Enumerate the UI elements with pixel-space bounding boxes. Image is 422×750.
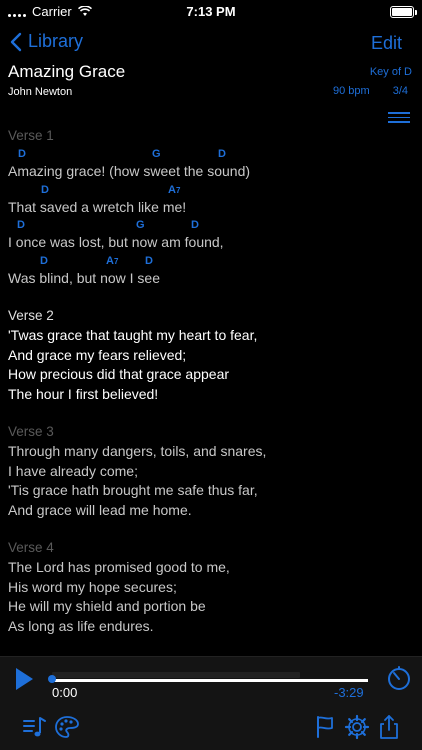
chord[interactable]: D	[41, 184, 49, 196]
verse-label: Verse 3	[8, 424, 54, 439]
waveform	[52, 672, 300, 678]
lyrics-sheet: Verse 1 D G D Amazing grace! (how sweet …	[8, 126, 408, 636]
chord-row: D A7	[8, 182, 408, 198]
share-icon[interactable]	[376, 714, 402, 740]
lyric-line: 'Twas grace that taught my heart to fear…	[8, 327, 258, 343]
elapsed-time: 0:00	[52, 685, 78, 700]
back-button[interactable]: Library	[10, 31, 83, 52]
lyric-line: His word my hope secures;	[8, 578, 177, 595]
chord[interactable]: G	[136, 219, 145, 231]
song-time-signature: 3/4	[392, 85, 408, 97]
navigation-bar: Library Edit	[0, 28, 422, 64]
status-bar: Carrier 7:13 PM	[0, 0, 422, 24]
playlist-icon[interactable]	[22, 714, 48, 740]
menu-icon[interactable]	[388, 112, 410, 124]
lyric-line: The hour I first believed!	[8, 385, 159, 402]
gear-icon[interactable]	[344, 714, 370, 740]
chord[interactable]: D	[218, 148, 226, 160]
chord[interactable]: D	[40, 255, 48, 267]
chord[interactable]: D	[145, 255, 153, 267]
chord[interactable]: D	[191, 219, 199, 231]
song-title: Amazing Grace	[8, 62, 126, 81]
battery-icon	[390, 6, 417, 18]
chord[interactable]: G	[152, 148, 161, 160]
song-author: John Newton	[8, 86, 73, 98]
lyric-line: That saved a wretch like me!	[8, 198, 187, 215]
lyric-line: 'Tis grace hath brought me safe thus far…	[8, 482, 258, 498]
audio-player: 0:00 -3:29	[0, 656, 422, 702]
play-icon[interactable]	[14, 668, 34, 690]
verse-label: Verse 4	[8, 540, 54, 555]
remaining-time: -3:29	[334, 685, 364, 700]
progress-knob[interactable]	[48, 675, 56, 683]
chord-row: D G D	[8, 146, 408, 162]
verse-label: Verse 1	[8, 128, 54, 143]
timer-icon[interactable]	[386, 665, 412, 691]
chevron-left-icon	[10, 32, 22, 51]
lyric-line: He will my shield and portion be	[8, 598, 206, 614]
lyric-line: How precious did that grace appear	[8, 366, 230, 382]
lyric-line: And grace my fears relieved;	[8, 346, 187, 363]
bottom-toolbar	[0, 702, 422, 750]
lyric-line: Amazing grace! (how sweet the sound)	[8, 163, 251, 179]
lyric-line: I once was lost, but now am found,	[8, 234, 224, 250]
lyric-line: The Lord has promised good to me,	[8, 559, 230, 575]
back-button-label: Library	[28, 31, 84, 51]
verse-label: Verse 2	[8, 308, 54, 323]
progress-slider[interactable]	[52, 679, 368, 682]
status-time: 7:13 PM	[186, 4, 236, 19]
lyric-line: Through many dangers, toils, and snares,	[8, 443, 267, 459]
lyric-line: Was blind, but now I see	[8, 269, 161, 286]
chord-row: D G D	[8, 217, 408, 233]
chord[interactable]: A7	[106, 255, 118, 267]
chord[interactable]: D	[17, 219, 25, 231]
flag-icon[interactable]	[312, 714, 338, 740]
lyric-line: I have already come;	[8, 462, 138, 479]
palette-icon[interactable]	[54, 714, 80, 740]
lyric-line: And grace will lead me home.	[8, 501, 192, 518]
chord[interactable]: A7	[168, 184, 180, 196]
chord-row: D A7 D	[8, 253, 408, 269]
lyric-line: As long as life endures.	[8, 617, 154, 634]
edit-button[interactable]: Edit	[371, 33, 402, 54]
chord[interactable]: D	[18, 148, 26, 160]
song-key: Key of D	[369, 66, 412, 78]
song-bpm: 90 bpm	[333, 85, 370, 97]
